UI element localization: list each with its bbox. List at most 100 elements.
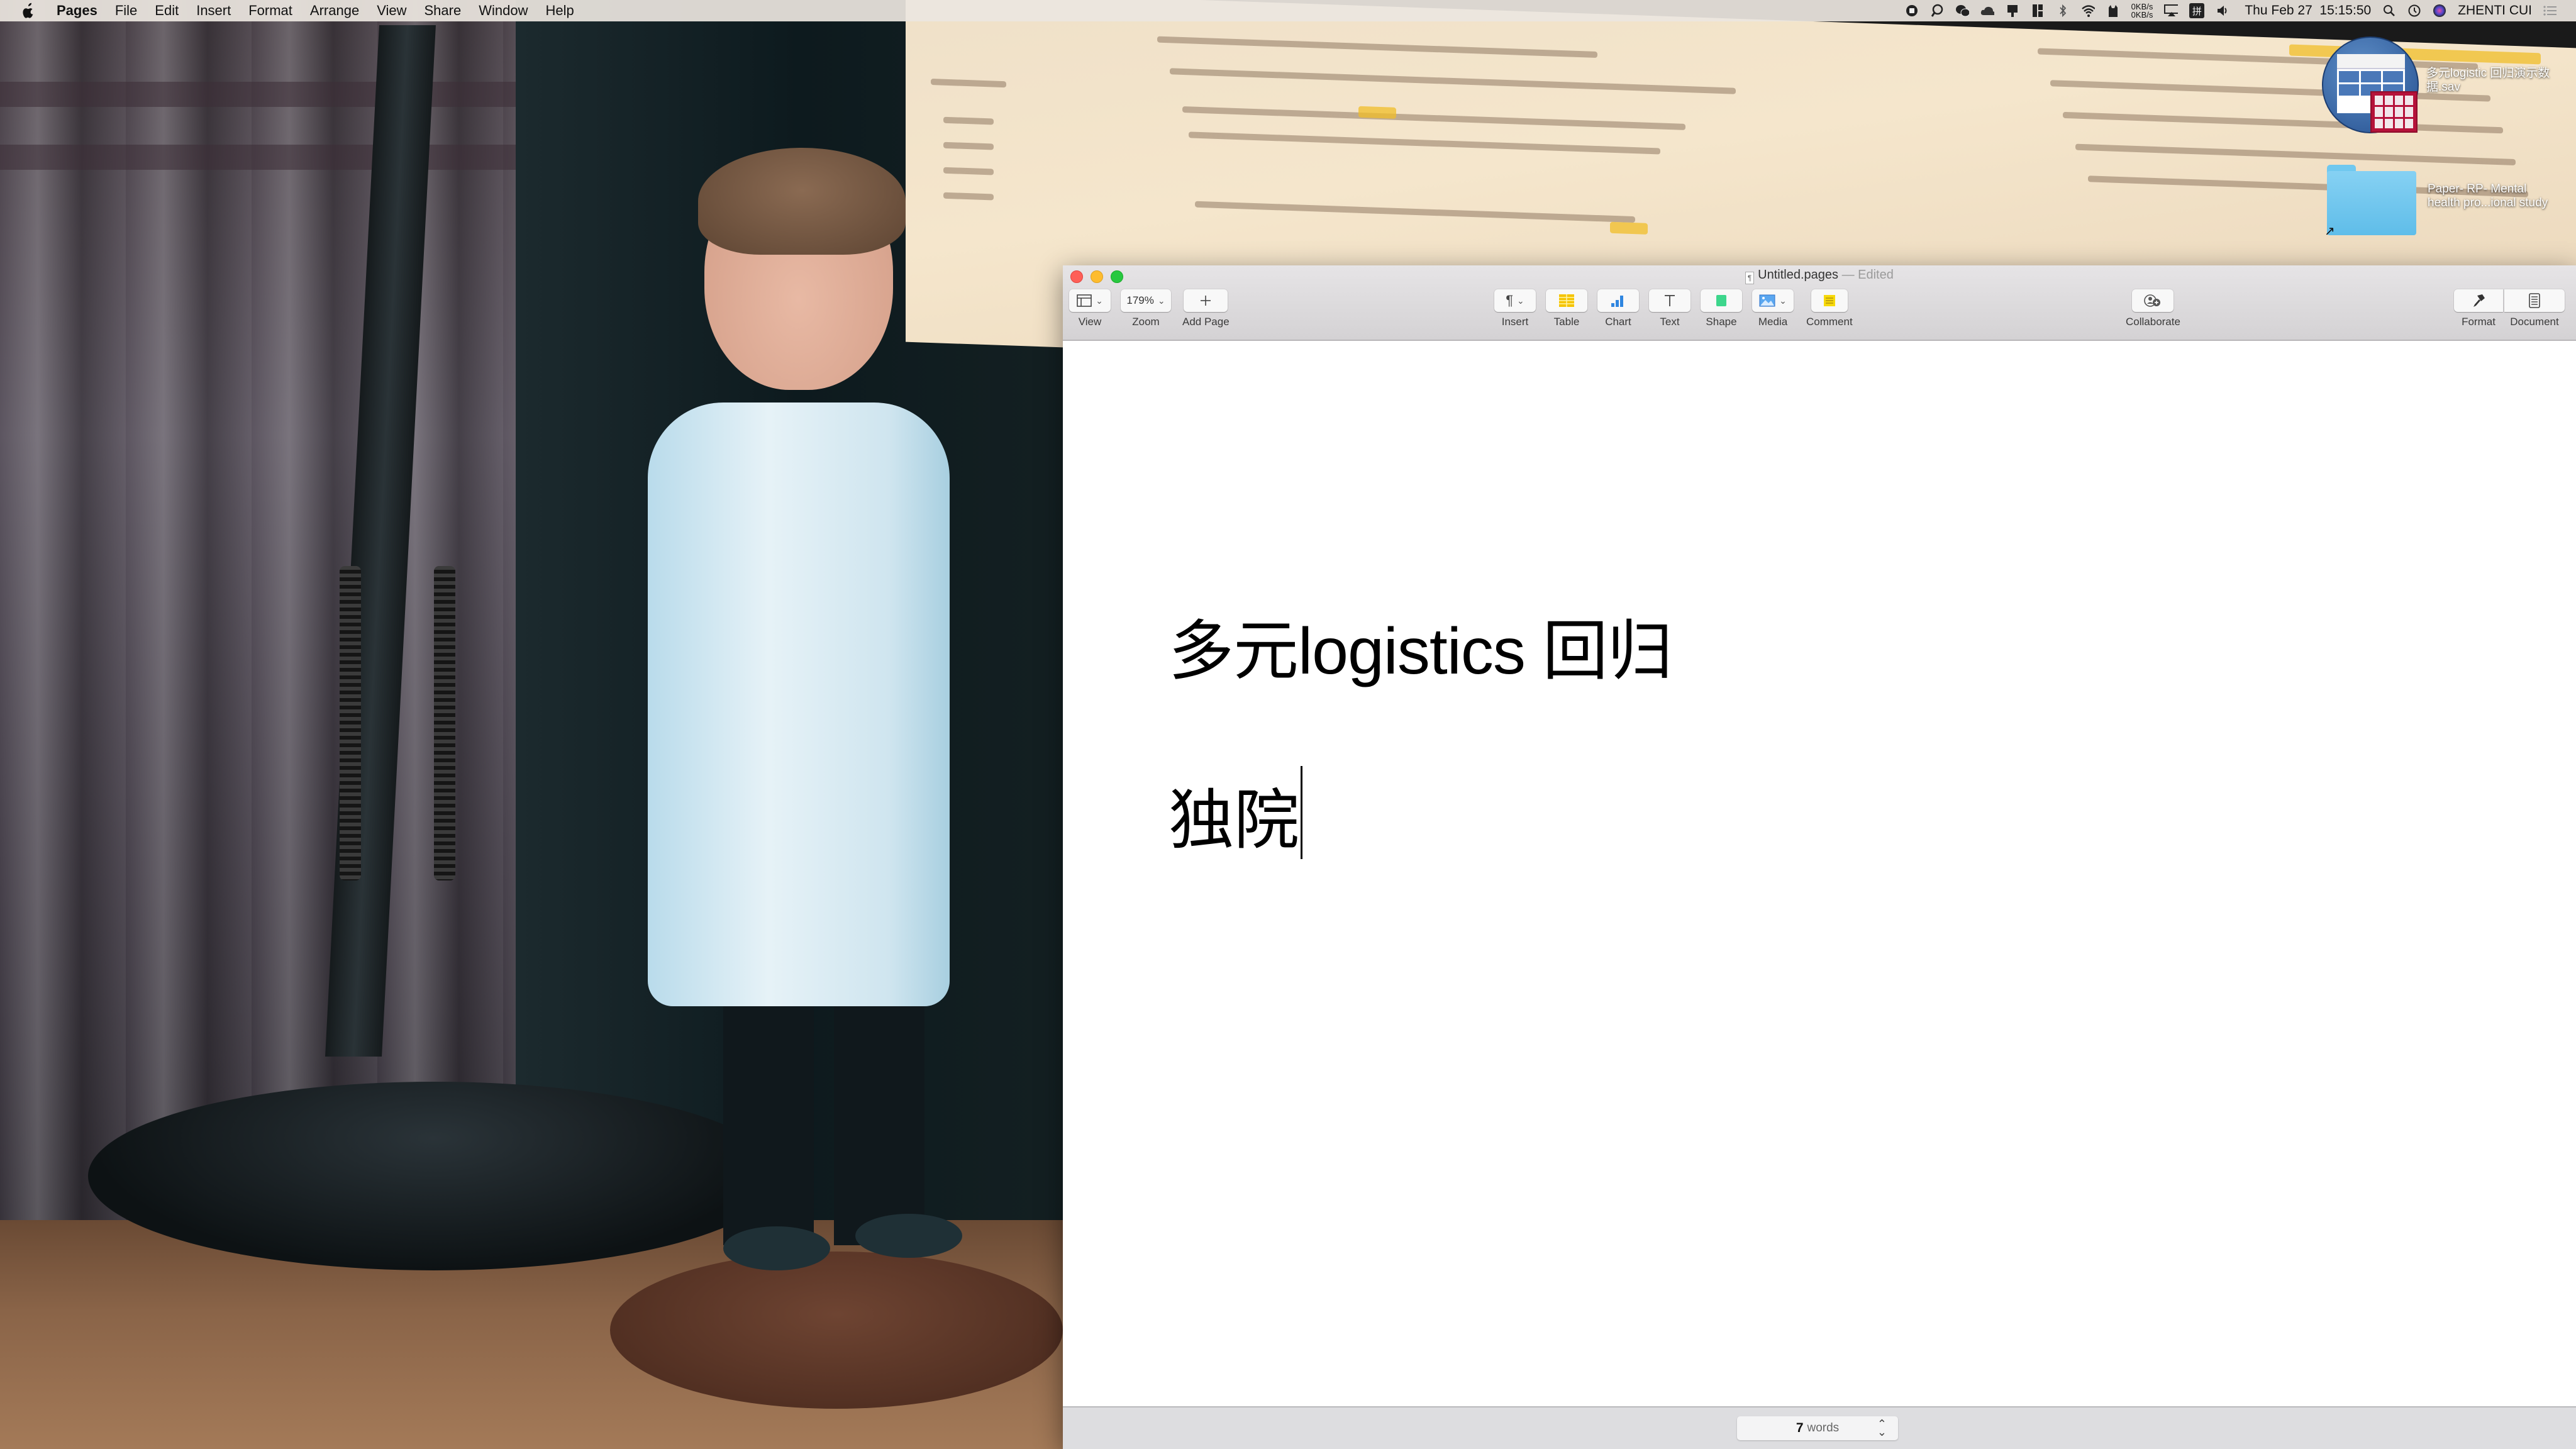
- text-button[interactable]: [1649, 289, 1690, 312]
- table-label: Table: [1553, 316, 1580, 328]
- wifi-icon[interactable]: [2081, 4, 2095, 18]
- network-download-speed: 0KB/s: [2131, 10, 2153, 19]
- document-body-line[interactable]: 独院: [1169, 766, 1303, 862]
- search-a-icon[interactable]: [1930, 4, 1944, 18]
- menu-bar: Pages File Edit Insert Format Arrange Vi…: [0, 0, 2576, 21]
- desktop-icon-folder[interactable]: ↗ Paper- RP- Mental health pro...ional s…: [2324, 165, 2553, 238]
- wallpaper-lamp-spring: [434, 566, 455, 880]
- pages-window: ¶ Untitled.pages — Edited ⌄ View 179% ⌄ Z…: [1063, 265, 2576, 1449]
- menu-arrange[interactable]: Arrange: [310, 3, 359, 19]
- menu-app-pages[interactable]: Pages: [57, 3, 97, 19]
- time-machine-icon[interactable]: [2407, 4, 2421, 18]
- desktop-icon-folder-label: Paper- RP- Mental health pro...ional stu…: [2428, 182, 2548, 209]
- shape-label: Shape: [1706, 316, 1737, 328]
- zoom-select[interactable]: 179% ⌄: [1121, 289, 1171, 312]
- view-layout-icon: [1077, 294, 1092, 307]
- format-paintbrush-icon: [2473, 294, 2485, 307]
- chevron-down-icon: ⌄: [1157, 295, 1165, 306]
- document-button[interactable]: [2504, 289, 2565, 312]
- media-button[interactable]: ⌄: [1752, 289, 1794, 312]
- collaborate-tool: Collaborate: [2126, 289, 2180, 328]
- spotlight-search-icon[interactable]: [2382, 4, 2396, 18]
- input-method-label: 拼: [2192, 6, 2202, 17]
- comment-button[interactable]: [1811, 289, 1848, 312]
- media-label: Media: [1758, 316, 1788, 328]
- cat-icon[interactable]: [2106, 4, 2120, 18]
- collaborate-icon: [2144, 294, 2161, 307]
- table-tool: Table: [1546, 289, 1587, 328]
- menu-view[interactable]: View: [377, 3, 406, 19]
- pages-document-icon: ¶: [1745, 272, 1755, 284]
- siri-icon[interactable]: [2433, 4, 2446, 18]
- desktop-icon-sav-file[interactable]: 多元logistic 回归演示数据.sav: [2322, 36, 2552, 133]
- view-tool: ⌄ View: [1069, 289, 1111, 328]
- volume-icon[interactable]: [2216, 4, 2229, 18]
- document-icon: [2529, 293, 2540, 308]
- pilcrow-icon: ¶: [1506, 292, 1514, 308]
- input-method-icon[interactable]: 拼: [2189, 3, 2205, 18]
- plus-icon: [1201, 296, 1211, 306]
- folder-icon: ↗: [2324, 165, 2416, 238]
- menu-edit[interactable]: Edit: [155, 3, 179, 19]
- apple-menu-icon[interactable]: [21, 3, 35, 19]
- wallpaper-figure-stand: [610, 1252, 1063, 1409]
- document-heading-line[interactable]: 多元logistics 回归: [1169, 597, 1673, 692]
- document-filename: Untitled.pages: [1758, 268, 1839, 282]
- insert-button[interactable]: ¶ ⌄: [1494, 289, 1536, 312]
- wallpaper-figure-legs: [723, 981, 924, 1245]
- view-button[interactable]: ⌄: [1069, 289, 1111, 312]
- up-down-chevron-icon: ⌃ ⌄: [1877, 1418, 1887, 1438]
- alias-arrow-icon: ↗: [2324, 225, 2335, 238]
- notification-center-icon[interactable]: [2543, 4, 2557, 18]
- chart-label: Chart: [1605, 316, 1631, 328]
- zoom-label: Zoom: [1132, 316, 1160, 328]
- add-page-label: Add Page: [1182, 316, 1230, 328]
- user-name[interactable]: ZHENTI CUI: [2458, 3, 2532, 18]
- table-button[interactable]: [1546, 289, 1587, 312]
- collaborate-button[interactable]: [2132, 289, 2174, 312]
- document-title: ¶ Untitled.pages — Edited: [1063, 268, 2576, 284]
- bluetooth-icon[interactable]: [2056, 4, 2070, 18]
- menu-window[interactable]: Window: [479, 3, 528, 19]
- chart-icon: [1611, 296, 1623, 307]
- chart-button[interactable]: [1597, 289, 1639, 312]
- menu-help[interactable]: Help: [545, 3, 574, 19]
- text-box-icon: [1665, 295, 1675, 306]
- word-count-number: 7: [1796, 1421, 1804, 1435]
- cloud-icon[interactable]: [1980, 4, 1994, 18]
- text-cursor: [1301, 766, 1303, 859]
- bookmark-icon[interactable]: [2006, 4, 2019, 18]
- chevron-down-icon: ⌄: [1779, 295, 1787, 306]
- view-label: View: [1078, 316, 1102, 328]
- wallpaper-curtain-band: [0, 145, 566, 170]
- document-edited-status: — Edited: [1841, 268, 1894, 282]
- shape-button[interactable]: [1701, 289, 1742, 312]
- menu-format[interactable]: Format: [248, 3, 292, 19]
- wechat-icon[interactable]: [1955, 4, 1969, 18]
- menu-share[interactable]: Share: [425, 3, 462, 19]
- wallpaper-figure-shoe: [855, 1214, 962, 1258]
- format-label: Format: [2462, 316, 2496, 328]
- comment-note-icon: [1823, 295, 1835, 306]
- menu-insert[interactable]: Insert: [196, 3, 231, 19]
- add-page-tool: Add Page: [1182, 289, 1230, 328]
- record-stop-icon[interactable]: [1905, 4, 1919, 18]
- text-tool: Text: [1649, 289, 1690, 328]
- document-label: Document: [2510, 316, 2559, 328]
- airplay-icon[interactable]: [2164, 4, 2179, 18]
- comment-tool: Comment: [1806, 289, 1853, 328]
- menu-clock[interactable]: Thu Feb 27 15:15:50: [2245, 3, 2371, 18]
- window-titlebar[interactable]: ¶ Untitled.pages — Edited ⌄ View 179% ⌄ Z…: [1063, 265, 2576, 341]
- layout-icon[interactable]: [2031, 4, 2045, 18]
- chevron-down-icon: ⌄: [1096, 295, 1103, 306]
- word-count-popup[interactable]: 7 words ⌃ ⌄: [1737, 1416, 1898, 1440]
- document-canvas[interactable]: 多元logistics 回归 独院: [1063, 341, 2576, 1406]
- menu-file[interactable]: File: [115, 3, 137, 19]
- document-body-text[interactable]: 独院: [1169, 784, 1299, 857]
- window-statusbar: 7 words ⌃ ⌄: [1063, 1406, 2576, 1449]
- format-button[interactable]: [2454, 289, 2503, 312]
- wallpaper-figure-hair: [698, 148, 906, 255]
- add-page-button[interactable]: [1184, 289, 1228, 312]
- chart-tool: Chart: [1597, 289, 1639, 328]
- wallpaper-lamp-base: [88, 1082, 780, 1270]
